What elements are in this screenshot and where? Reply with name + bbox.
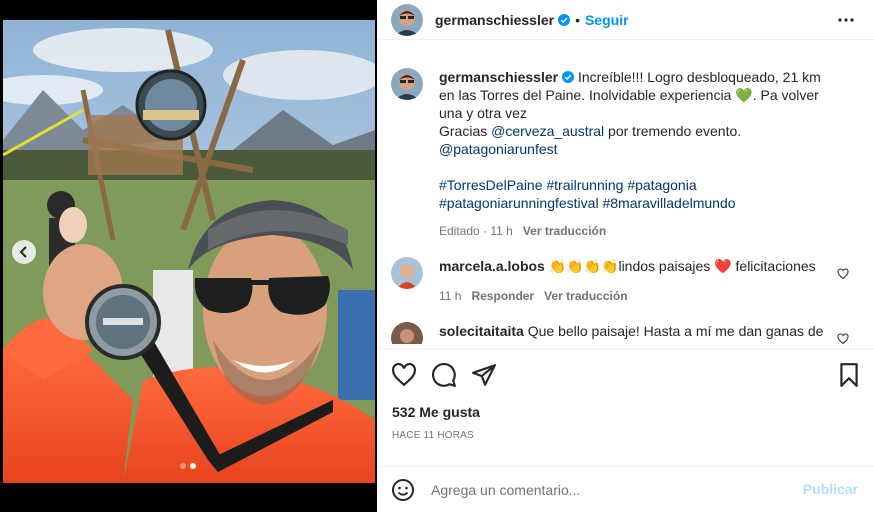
publish-button[interactable]: Publicar — [803, 481, 858, 497]
comment-text: solecitaitaita Que bello paisaje! Hasta … — [439, 322, 824, 344]
avatar[interactable] — [391, 3, 423, 36]
red-heart-emoji: ❤️ — [714, 258, 732, 274]
avatar-image — [391, 3, 423, 36]
caption-translate-link[interactable]: Ver traducción — [523, 224, 606, 238]
more-options-icon[interactable] — [836, 12, 856, 28]
reply-link[interactable]: Responder — [471, 289, 534, 303]
caption-edited-time: Editado · 11 h — [439, 224, 513, 238]
carousel-prev-button[interactable] — [12, 240, 36, 264]
comment-bubble-icon[interactable] — [431, 362, 457, 388]
comments-scroll-area[interactable]: germanschiessler Increíble!!! Logro desb… — [377, 52, 874, 344]
hashtags-line2[interactable]: #patagoniarunningfestival #8maravilladel… — [439, 195, 736, 211]
green-heart-emoji: 💚 — [735, 87, 753, 103]
post-details-panel: germanschiessler • Seguir germanschiessl… — [377, 0, 874, 512]
selfie-photo-illustration — [3, 20, 375, 483]
comment-username[interactable]: marcela.a.lobos — [439, 258, 545, 274]
post-actions: 532 Me gusta HACE 11 HORAS — [377, 348, 874, 468]
comment-body: Que bello paisaje! Hasta a mí me dan gan… — [527, 323, 824, 339]
comment-body: lindos paisajes — [618, 258, 711, 274]
follow-button[interactable]: Seguir — [585, 12, 629, 28]
comment-text: marcela.a.lobos 👏👏👏👏lindos paisajes ❤️ f… — [439, 257, 824, 305]
post-media — [0, 0, 377, 512]
commenter-avatar[interactable] — [391, 322, 423, 344]
save-bookmark-icon[interactable] — [836, 362, 862, 388]
avatar-image — [391, 257, 423, 289]
comment-time: 11 h — [439, 289, 462, 303]
comment-composer: Publicar — [377, 466, 874, 512]
post-modal: germanschiessler • Seguir germanschiessl… — [0, 0, 874, 512]
avatar-image — [391, 322, 423, 344]
caption-avatar[interactable] — [391, 68, 423, 100]
avatar-image — [391, 68, 423, 100]
carousel-indicator — [180, 463, 196, 469]
caption-thanks-suffix: por tremendo evento. — [604, 123, 742, 139]
comment-username[interactable]: solecitaitaita — [439, 323, 524, 339]
mention-cerveza-austral[interactable]: @cerveza_austral — [491, 123, 604, 139]
chevron-left-icon — [19, 246, 27, 258]
mention-patagoniarunfest[interactable]: @patagoniarunfest — [439, 141, 558, 157]
caption-text: germanschiessler Increíble!!! Logro desb… — [439, 68, 839, 240]
hashtags-line1[interactable]: #TorresDelPaine #trailrunning #patagonia — [439, 177, 697, 193]
post-header: germanschiessler • Seguir — [377, 0, 874, 40]
like-comment-heart-icon[interactable] — [837, 268, 849, 280]
verified-badge-icon — [562, 71, 575, 83]
comment-input[interactable] — [431, 481, 771, 498]
like-heart-icon[interactable] — [391, 362, 417, 388]
emoji-smiley-icon[interactable] — [391, 478, 415, 502]
commenter-avatar[interactable] — [391, 257, 423, 289]
like-comment-heart-icon[interactable] — [837, 333, 849, 344]
post-photo — [3, 20, 375, 483]
post-caption: germanschiessler Increíble!!! Logro desb… — [391, 68, 851, 240]
comment-body-end: felicitaciones — [731, 258, 816, 274]
share-send-icon[interactable] — [471, 362, 497, 388]
comment-translate-link[interactable]: Ver traducción — [544, 289, 627, 303]
verified-badge-icon — [558, 13, 571, 26]
caption-thanks-prefix: Gracias — [439, 123, 492, 139]
likes-count[interactable]: 532 Me gusta — [392, 404, 480, 420]
header-separator: • — [575, 11, 580, 28]
clapping-emoji: 👏👏👏👏 — [548, 258, 619, 274]
comment-item: solecitaitaita Que bello paisaje! Hasta … — [391, 322, 861, 344]
carousel-dot — [180, 463, 186, 469]
post-timestamp: HACE 11 HORAS — [392, 430, 474, 441]
comment-meta: 11 h Responder Ver traducción — [439, 287, 824, 305]
comment-item: marcela.a.lobos 👏👏👏👏lindos paisajes ❤️ f… — [391, 257, 861, 305]
post-author-username[interactable]: germanschiessler — [435, 12, 554, 28]
carousel-dot-active — [190, 463, 196, 469]
caption-meta: Editado · 11 h Ver traducción — [439, 222, 839, 240]
caption-username[interactable]: germanschiessler — [439, 69, 558, 85]
